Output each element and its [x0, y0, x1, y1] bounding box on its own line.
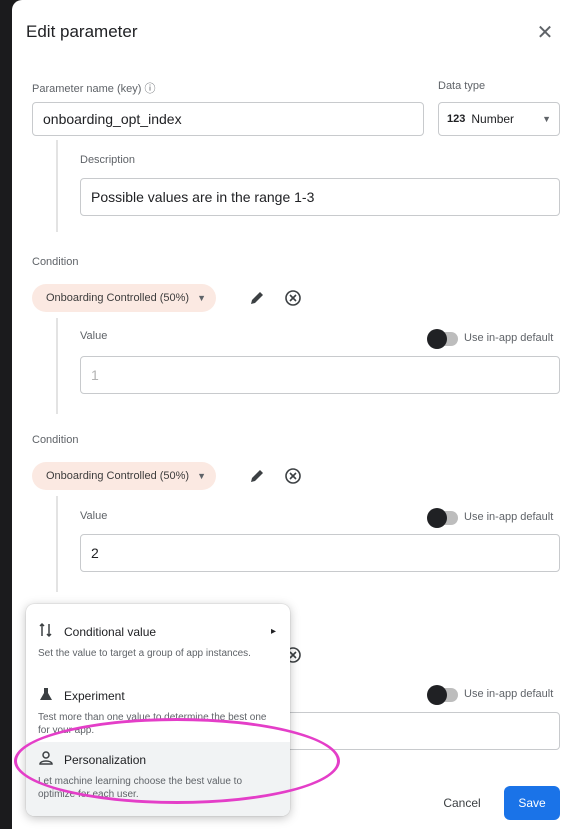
- description-input[interactable]: Possible values are in the range 1-3: [80, 178, 560, 216]
- chevron-down-icon: ▼: [197, 293, 207, 303]
- in-app-default-label: Use in-app default: [464, 688, 554, 700]
- parameter-key-input[interactable]: onboarding_opt_index: [32, 102, 424, 136]
- description-label: Description: [80, 154, 136, 166]
- condition-label: Condition: [32, 434, 79, 446]
- menu-item-experiment[interactable]: Experiment Test more than one value to d…: [26, 678, 290, 742]
- menu-item-personalization[interactable]: Personalization Let machine learning cho…: [26, 742, 290, 816]
- in-app-default-toggle[interactable]: [427, 508, 458, 528]
- condition-label: Condition: [32, 256, 79, 268]
- data-type-select[interactable]: 123 Number ▼: [438, 102, 560, 136]
- data-type-label: Data type: [438, 80, 486, 92]
- condition-chip[interactable]: Onboarding Controlled (50%) ▼: [32, 462, 217, 490]
- edit-icon[interactable]: [246, 287, 268, 309]
- help-icon[interactable]: ⓘ: [145, 83, 156, 95]
- chevron-down-icon: ▼: [197, 471, 207, 481]
- condition-connector: [56, 318, 58, 414]
- in-app-default-toggle[interactable]: [427, 685, 458, 705]
- value-label: Value: [80, 510, 108, 522]
- remove-icon[interactable]: [282, 465, 304, 487]
- condition-chip[interactable]: Onboarding Controlled (50%) ▼: [32, 284, 217, 312]
- in-app-default-label: Use in-app default: [464, 511, 554, 523]
- close-icon[interactable]: ✕: [534, 22, 556, 44]
- description-connector: [56, 140, 58, 232]
- edit-icon[interactable]: [246, 465, 268, 487]
- conditional-value-icon: [38, 622, 54, 641]
- in-app-default-label: Use in-app default: [464, 332, 554, 344]
- chevron-down-icon: ▼: [542, 114, 551, 124]
- chevron-right-icon: ▸: [270, 626, 276, 637]
- value-label: Value: [80, 330, 108, 342]
- remove-icon[interactable]: [282, 287, 304, 309]
- menu-item-conditional-value[interactable]: Conditional value ▸ Set the value to tar…: [26, 614, 290, 676]
- cancel-button[interactable]: Cancel: [434, 788, 490, 818]
- experiment-icon: [38, 686, 54, 705]
- number-type-icon: 123: [447, 113, 466, 125]
- parameter-key-label: Parameter name (key) ⓘ: [32, 83, 156, 95]
- in-app-default-toggle[interactable]: [427, 329, 458, 349]
- add-value-menu: Conditional value ▸ Set the value to tar…: [26, 604, 290, 816]
- condition-value-input[interactable]: 1: [80, 356, 560, 394]
- dialog-title: Edit parameter: [26, 22, 138, 41]
- personalization-icon: [38, 750, 54, 769]
- condition-value-input[interactable]: 2: [80, 534, 560, 572]
- condition-connector: [56, 496, 58, 592]
- save-button[interactable]: Save: [504, 786, 560, 820]
